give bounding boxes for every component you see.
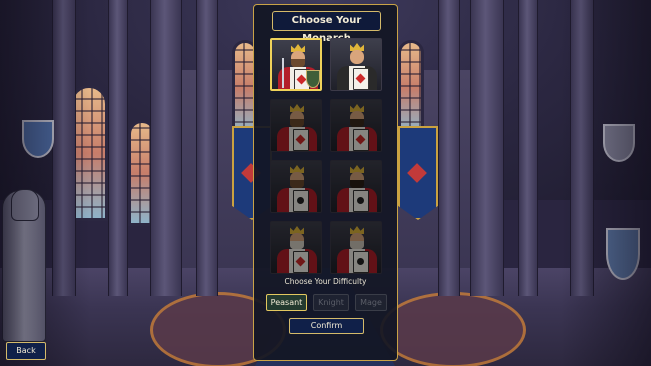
pillar xyxy=(518,0,538,296)
pillar xyxy=(150,0,182,296)
pillar xyxy=(108,0,128,296)
monarch-portrait-7[interactable] xyxy=(270,221,322,274)
diamond-banner-right xyxy=(398,126,438,220)
monarch-portrait-1[interactable] xyxy=(270,38,322,91)
stained-glass-window-center-right xyxy=(398,40,424,136)
confirm-button[interactable]: Confirm xyxy=(289,318,364,334)
monarch-portrait-8[interactable] xyxy=(330,221,382,274)
rug-right xyxy=(380,292,526,366)
difficulty-knight-button[interactable]: Knight xyxy=(313,294,349,311)
vignette-right xyxy=(561,0,651,366)
monarch-portrait-2[interactable] xyxy=(330,38,382,91)
monarch-portrait-4[interactable] xyxy=(330,99,382,152)
vignette-left xyxy=(0,0,90,366)
back-button[interactable]: Back xyxy=(6,342,46,360)
pillar xyxy=(470,0,504,296)
pillar xyxy=(196,0,218,296)
monarch-portrait-6[interactable] xyxy=(330,160,382,213)
panel-title: Choose Your Monarch xyxy=(272,11,381,44)
difficulty-peasant-button[interactable]: Peasant xyxy=(266,294,307,311)
difficulty-selector: Peasant Knight Mage xyxy=(266,294,387,311)
monarch-portrait-3[interactable] xyxy=(270,99,322,152)
difficulty-mage-button[interactable]: Mage xyxy=(355,294,387,311)
monarch-grid xyxy=(269,38,384,274)
monarch-selection-panel: Choose Your Monarch Choose Your Difficul… xyxy=(253,4,398,361)
monarch-portrait-5[interactable] xyxy=(270,160,322,213)
pillar xyxy=(438,0,460,296)
difficulty-label: Choose Your Difficulty xyxy=(284,277,367,286)
